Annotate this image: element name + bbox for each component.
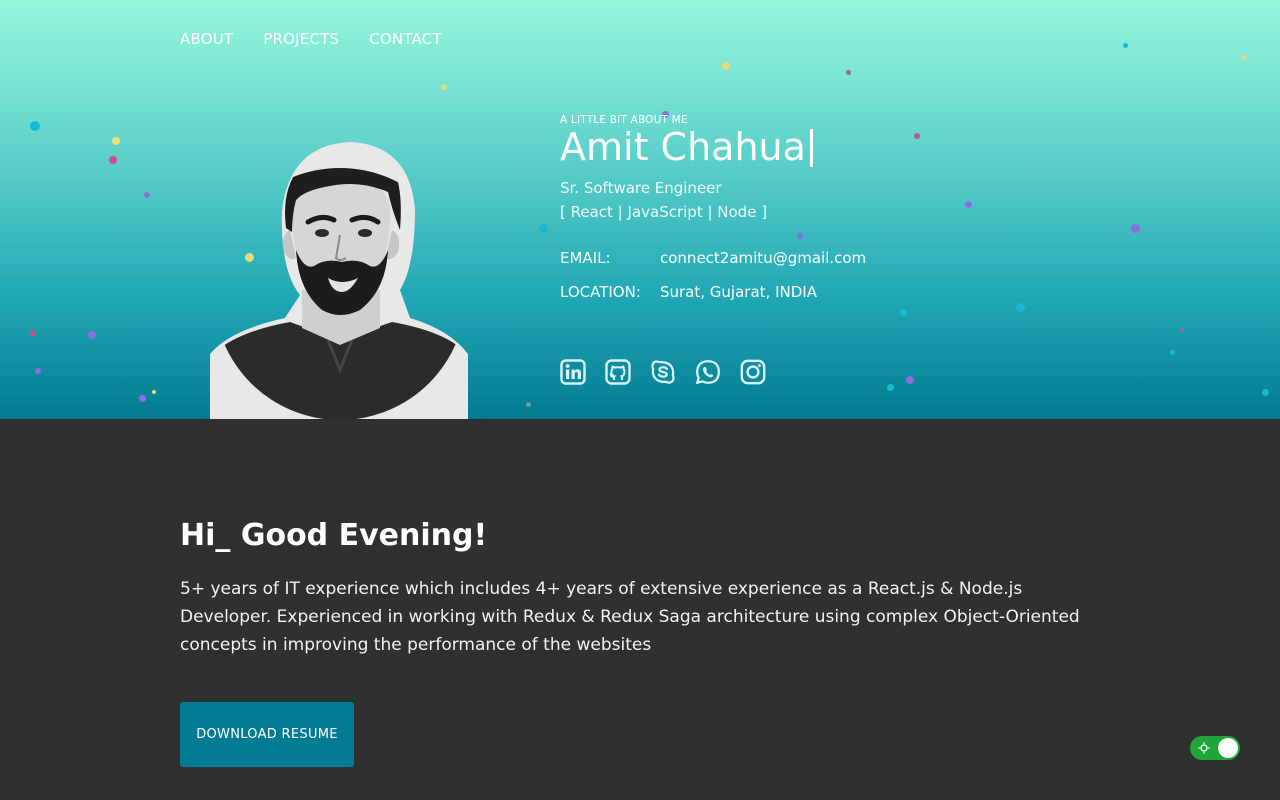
confetti-dot [1170, 350, 1175, 355]
confetti-dot [139, 395, 146, 402]
instagram-icon[interactable] [740, 359, 766, 385]
profile-name: Amit Chahua [560, 125, 866, 169]
confetti-dot [30, 330, 36, 336]
download-resume-button[interactable]: DOWNLOAD RESUME [180, 702, 354, 767]
sun-icon [1198, 742, 1210, 754]
confetti-dot [144, 192, 150, 198]
confetti-dot [526, 402, 531, 407]
confetti-dot [441, 84, 447, 90]
main-content: Hi_ Good Evening! 5+ years of IT experie… [180, 518, 1100, 659]
confetti-dot [722, 62, 730, 70]
confetti-dot [900, 309, 907, 316]
location-label: LOCATION: [560, 282, 641, 301]
typing-cursor [809, 128, 813, 167]
confetti-dot [35, 368, 41, 374]
main-nav: ABOUT PROJECTS CONTACT [180, 30, 442, 48]
nav-projects[interactable]: PROJECTS [263, 30, 339, 48]
profile-name-text: Amit Chahua [560, 125, 806, 169]
confetti-dot [1262, 389, 1269, 396]
profile-avatar [210, 142, 468, 419]
confetti-dot [1131, 224, 1140, 233]
bio-text: 5+ years of IT experience which includes… [180, 579, 1080, 655]
confetti-dot [88, 331, 96, 339]
location-row: LOCATION: Surat, Gujarat, INDIA [560, 280, 866, 304]
confetti-dot [887, 384, 894, 391]
nav-contact[interactable]: CONTACT [369, 30, 442, 48]
confetti-dot [1242, 55, 1247, 60]
hero-banner: ABOUT PROJECTS CONTACT A LITTLE BIT ABOU… [0, 0, 1280, 419]
social-links [560, 359, 766, 385]
confetti-dot [30, 121, 40, 131]
confetti-dot [965, 201, 972, 208]
email-value[interactable]: connect2amitu@gmail.com [660, 246, 866, 270]
confetti-dot [914, 133, 920, 139]
skype-icon[interactable] [650, 359, 676, 385]
nav-about[interactable]: ABOUT [180, 30, 233, 48]
job-title: Sr. Software Engineer [560, 178, 722, 197]
email-label: EMAIL: [560, 248, 611, 267]
tech-stack: [ React | JavaScript | Node ] [560, 202, 768, 221]
toggle-knob[interactable] [1218, 738, 1238, 758]
confetti-dot [1016, 303, 1025, 312]
confetti-dot [539, 224, 548, 233]
github-icon[interactable] [605, 359, 631, 385]
confetti-dot [906, 376, 914, 384]
theme-toggle[interactable] [1190, 736, 1240, 760]
whatsapp-icon[interactable] [695, 359, 721, 385]
location-value: Surat, Gujarat, INDIA [660, 282, 817, 301]
confetti-dot [112, 137, 120, 145]
linkedin-icon[interactable] [560, 359, 586, 385]
confetti-dot [152, 390, 156, 394]
greeting-heading: Hi_ Good Evening! [180, 518, 488, 553]
email-row: EMAIL: connect2amitu@gmail.com [560, 246, 866, 270]
confetti-dot [1180, 328, 1184, 332]
contact-details: EMAIL: connect2amitu@gmail.com LOCATION:… [560, 246, 866, 304]
profile-info: A LITTLE BIT ABOUT ME Amit Chahua Sr. So… [560, 114, 866, 304]
confetti-dot [109, 156, 117, 164]
confetti-dot [1123, 43, 1128, 48]
confetti-dot [846, 70, 851, 75]
